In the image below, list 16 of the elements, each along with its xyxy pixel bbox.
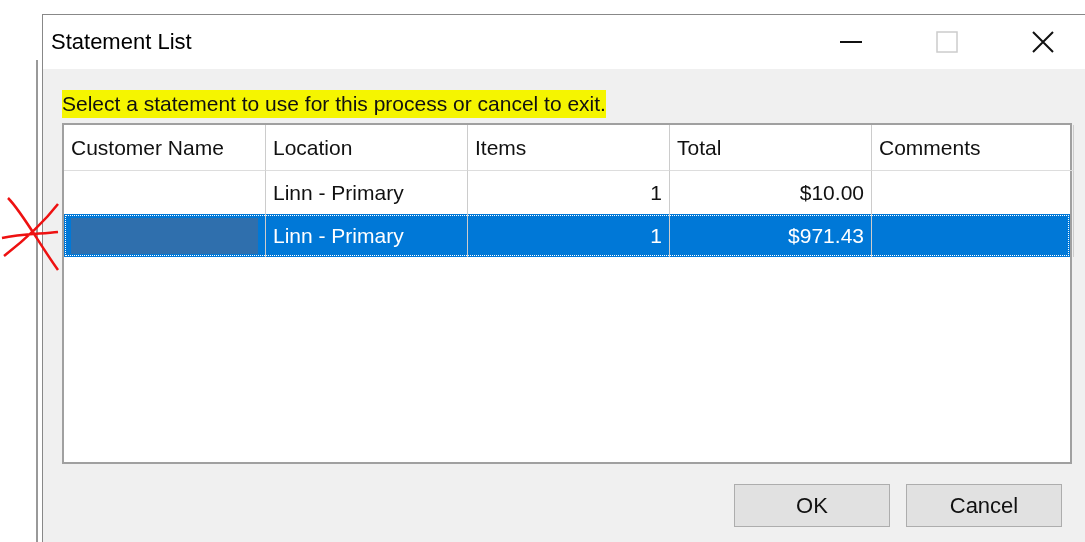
- table-cell: $971.43: [788, 223, 864, 248]
- column-header[interactable]: Customer Name: [64, 125, 266, 171]
- instruction-text: Select a statement to use for this process or cancel to exit.: [62, 90, 606, 118]
- close-icon[interactable]: [1031, 30, 1055, 54]
- column-header[interactable]: Comments: [872, 125, 1074, 171]
- column-header[interactable]: Total: [670, 125, 872, 171]
- table-cell: Linn - Primary: [273, 180, 404, 205]
- table-cell: Linn - Primary: [273, 223, 404, 248]
- table-cell: $10.00: [799, 180, 864, 205]
- ok-button[interactable]: OK: [734, 484, 890, 527]
- table-cell: 1: [650, 180, 662, 205]
- cancel-button[interactable]: Cancel: [906, 484, 1062, 527]
- column-header[interactable]: Location: [266, 125, 468, 171]
- window-title: Statement List: [51, 29, 193, 55]
- table-cell: 1: [650, 223, 662, 248]
- column-header[interactable]: Items: [468, 125, 670, 171]
